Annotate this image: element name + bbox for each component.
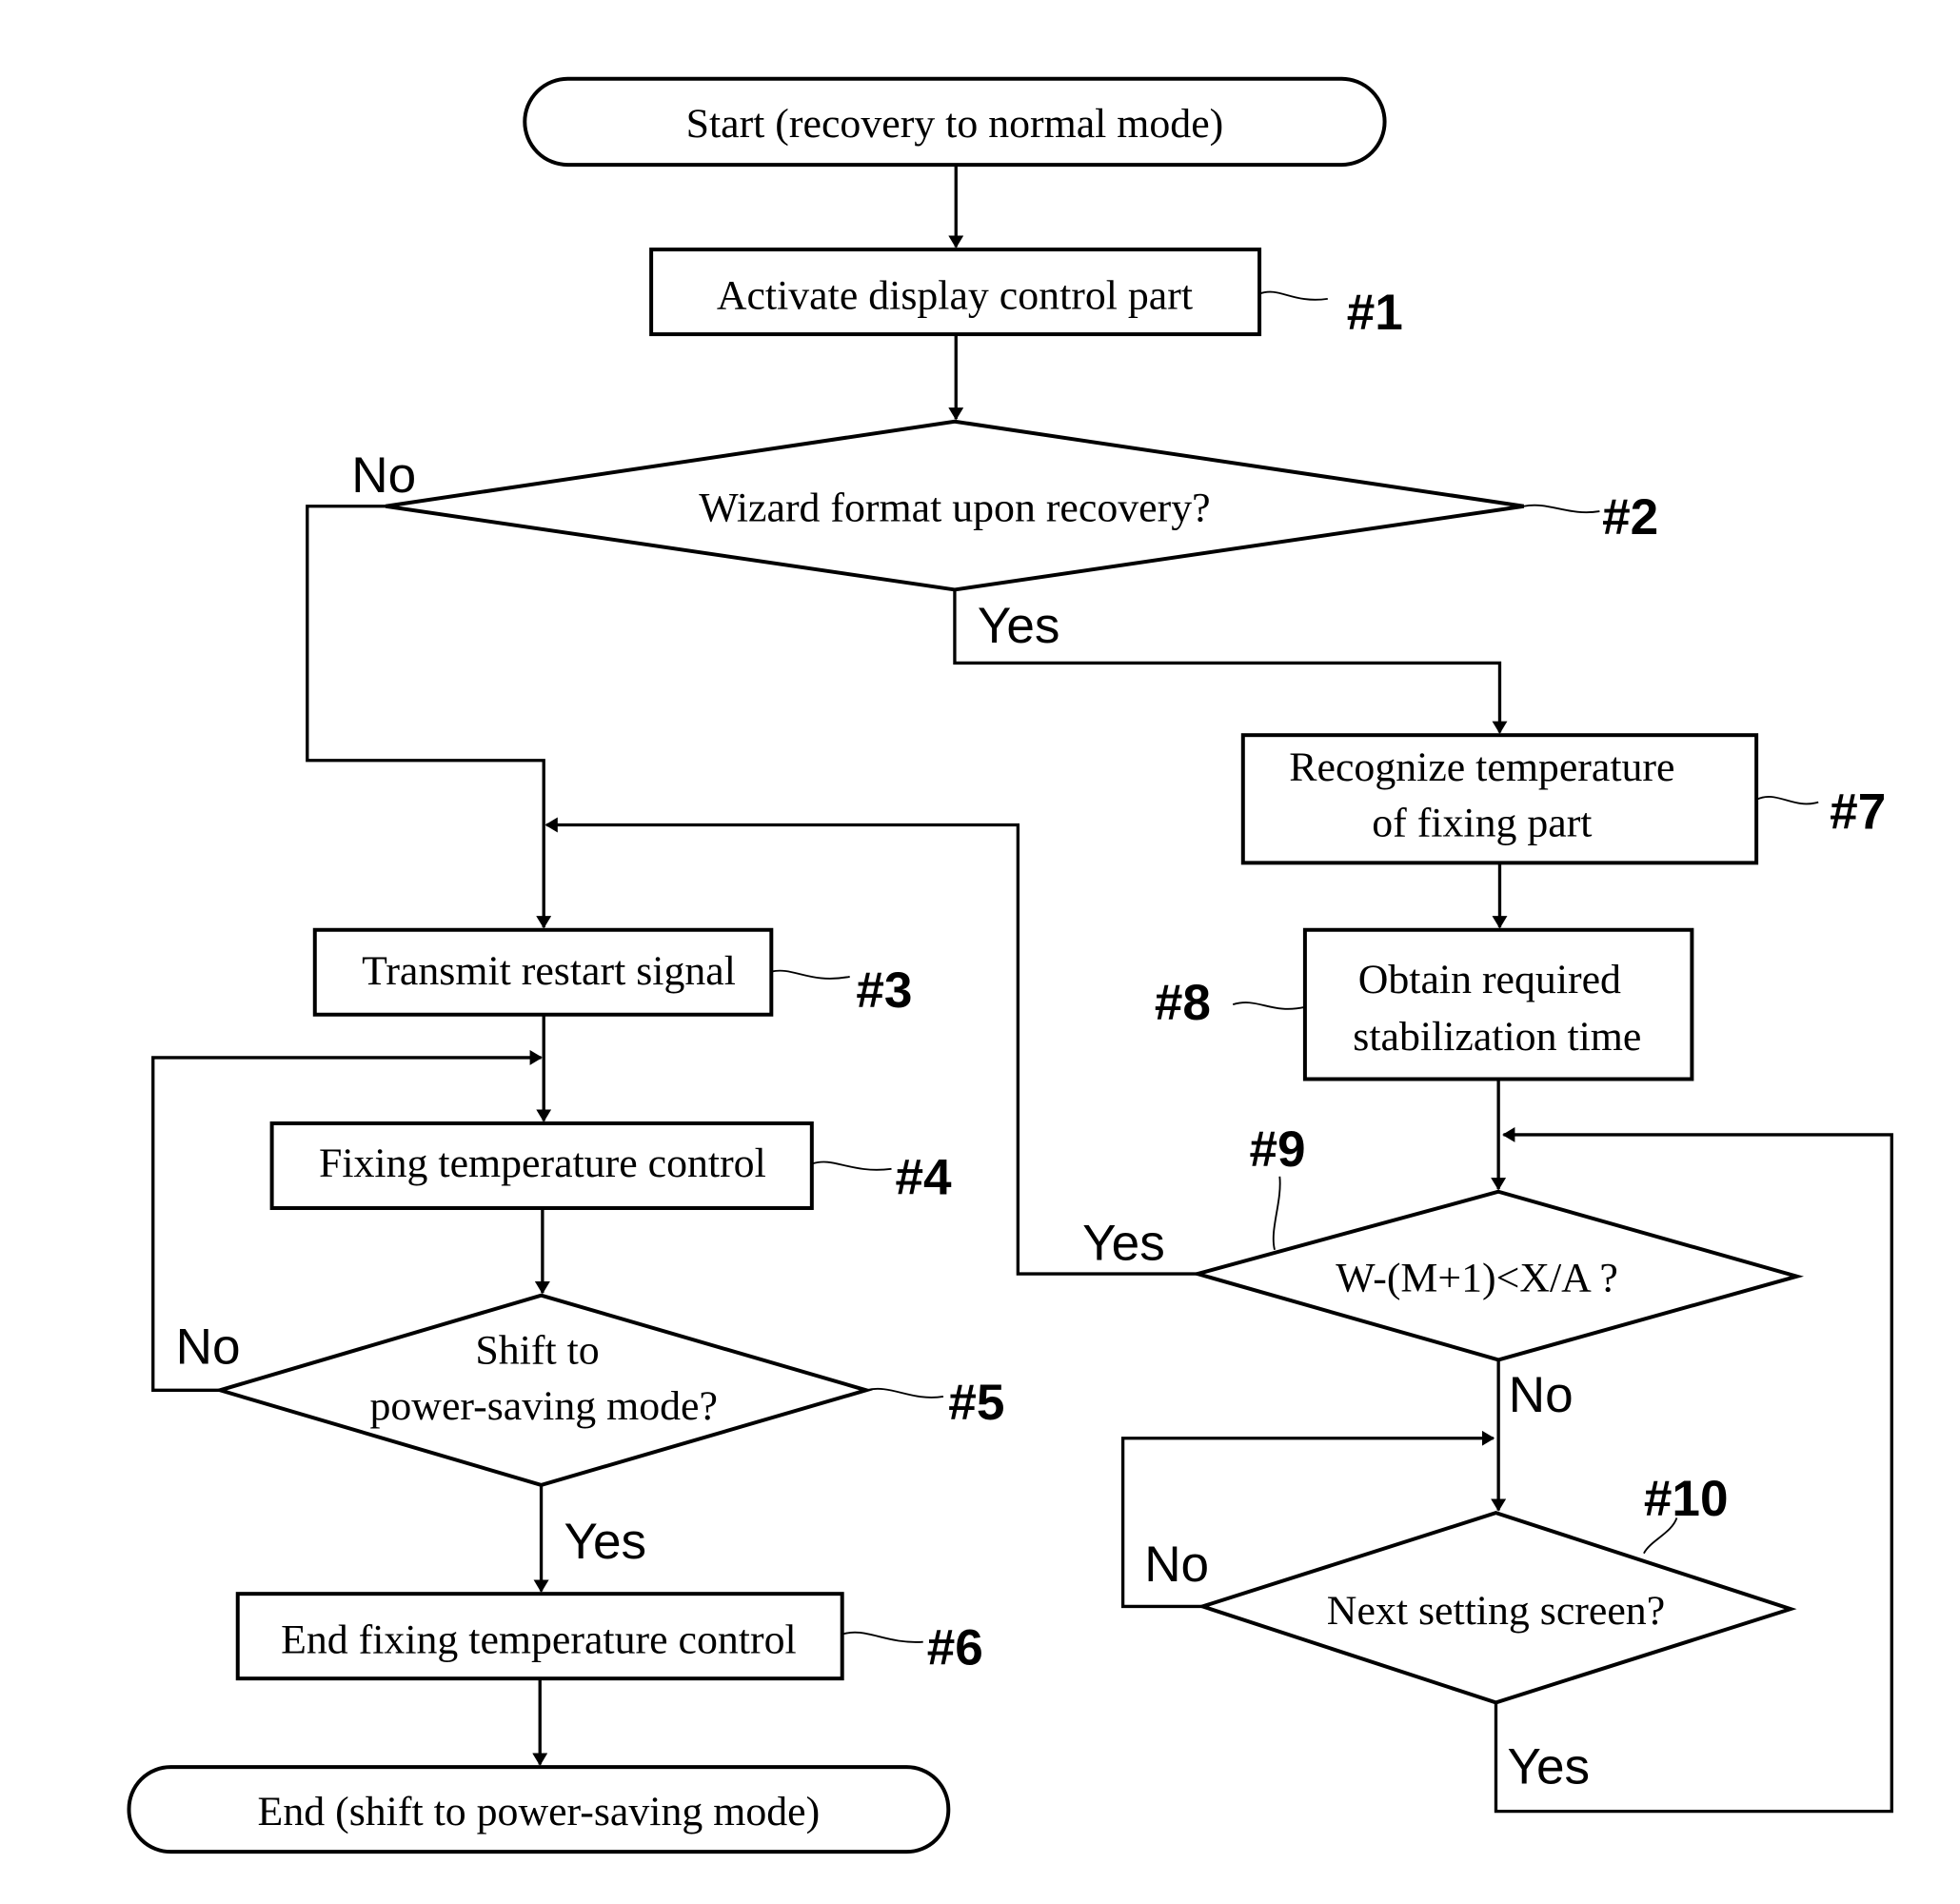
ref-4: #4: [895, 1149, 952, 1205]
ref-10: #10: [1644, 1471, 1729, 1527]
ref-9: #9: [1249, 1121, 1305, 1178]
step-1-label: Activate display control part: [717, 273, 1193, 319]
step-8-obtain-stabilization-time: Obtain required stabilization time: [1302, 927, 1694, 1081]
label-2-no: No: [351, 447, 416, 504]
ref-7: #7: [1830, 783, 1886, 840]
step-4-label: Fixing temperature control: [319, 1140, 766, 1186]
decision-9-label: W-(M+1)<X/A ?: [1336, 1256, 1618, 1301]
ref-5: #5: [948, 1375, 1004, 1431]
decision-9-stabilization-compare: W-(M+1)<X/A ?: [1190, 1189, 1804, 1362]
step-4-fixing-temperature-control: Fixing temperature control: [269, 1121, 814, 1210]
flowchart: Start (recovery to normal mode) Activate…: [127, 76, 1893, 1854]
step-7-recognize-temperature: Recognize temperature of fixing part: [1240, 733, 1759, 865]
ref-3: #3: [856, 962, 912, 1019]
ref-leader-7: [1755, 795, 1819, 805]
ref-2: #2: [1602, 489, 1658, 545]
decision-5-shift-power-saving: Shift to power-saving mode?: [213, 1293, 874, 1487]
step-8-line2: stabilization time: [1353, 1014, 1641, 1060]
label-5-no: No: [176, 1319, 241, 1375]
label-10-no: No: [1144, 1537, 1209, 1593]
step-3-label: Transmit restart signal: [362, 948, 736, 994]
decision-5-line2: power-saving mode?: [369, 1383, 717, 1429]
ref-leader-2: [1523, 504, 1600, 513]
step-7-line2: of fixing part: [1372, 800, 1592, 845]
ref-1: #1: [1347, 285, 1403, 341]
start-terminal: Start (recovery to normal mode): [523, 76, 1387, 168]
decision-5-line1: Shift to: [475, 1327, 599, 1373]
label-9-no: No: [1509, 1367, 1574, 1423]
step-8-line1: Obtain required: [1358, 957, 1621, 1002]
label-9-yes: Yes: [1082, 1215, 1165, 1271]
decision-2-label: Wizard format upon recovery?: [699, 486, 1210, 531]
end-label: End (shift to power-saving mode): [258, 1789, 821, 1835]
ref-leader-5: [865, 1388, 944, 1398]
ref-6: #6: [927, 1620, 983, 1676]
ref-leader-1: [1258, 290, 1328, 301]
start-label: Start (recovery to normal mode): [686, 101, 1224, 147]
ref-leader-4: [811, 1160, 892, 1171]
decision-10-label: Next setting screen?: [1327, 1588, 1665, 1634]
ref-8: #8: [1155, 975, 1211, 1031]
step-6-label: End fixing temperature control: [281, 1617, 797, 1663]
decision-10-next-setting-screen: Next setting screen?: [1196, 1511, 1797, 1705]
ref-leader-9: [1272, 1176, 1281, 1251]
decision-2-wizard-format: Wizard format upon recovery?: [385, 419, 1524, 592]
end-terminal: End (shift to power-saving mode): [127, 1765, 951, 1854]
step-1-activate-display: Activate display control part: [649, 248, 1262, 337]
step-7-line1: Recognize temperature: [1289, 744, 1674, 790]
label-5-yes: Yes: [564, 1514, 646, 1570]
step-6-end-fixing-temperature-control: End fixing temperature control: [235, 1592, 844, 1681]
label-2-yes: Yes: [978, 598, 1060, 654]
ref-leader-3: [771, 969, 850, 980]
step-3-transmit-restart: Transmit restart signal: [312, 927, 774, 1017]
label-10-yes: Yes: [1507, 1738, 1590, 1795]
edge-2-no-to-3: [306, 505, 552, 929]
ref-leader-6: [841, 1631, 923, 1643]
ref-leader-8: [1232, 1002, 1306, 1010]
